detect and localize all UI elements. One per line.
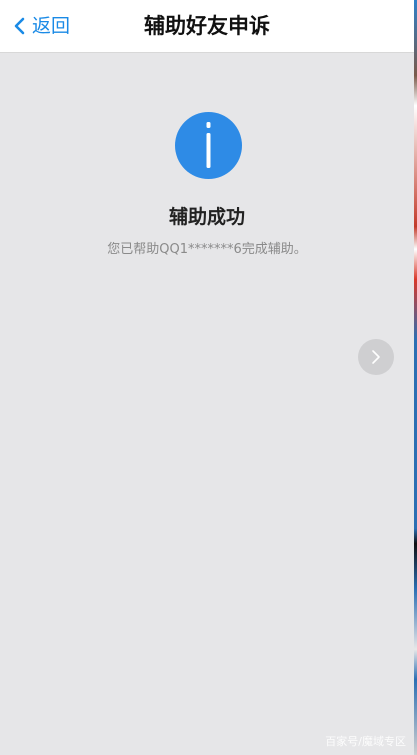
info-icon: [175, 112, 242, 179]
next-button[interactable]: [358, 339, 394, 375]
result-description: 您已帮助QQ1*******6完成辅助。: [107, 242, 307, 257]
screen: 返回 辅助好友申诉 辅助成功 您已帮助QQ1*******6完成辅助。 百家号/…: [0, 0, 414, 755]
page-title: 辅助好友申诉: [144, 14, 270, 38]
navigation-bar: 返回 辅助好友申诉: [0, 0, 414, 53]
result-title: 辅助成功: [168, 206, 245, 228]
chevron-right-icon: [372, 350, 380, 364]
watermark: 百家号/魔域专区: [325, 735, 406, 748]
